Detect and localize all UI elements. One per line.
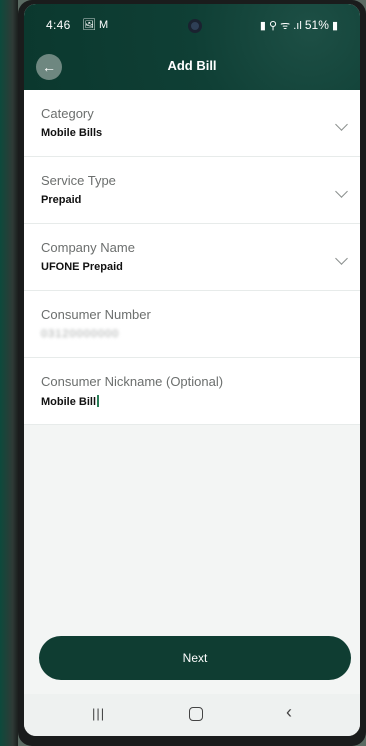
next-button[interactable]: Next (39, 636, 351, 680)
consumer-nickname-field[interactable]: Consumer Nickname (Optional) Mobile Bill (24, 358, 360, 425)
company-name-label: Company Name (41, 240, 135, 255)
status-bar: 4:46 🖼 M ▮ ⚲ ᯤ .ıl 51% ▮ (24, 18, 360, 36)
consumer-nickname-label: Consumer Nickname (Optional) (41, 374, 224, 389)
app-header: 4:46 🖼 M ▮ ⚲ ᯤ .ıl 51% ▮ ← Add Bill (24, 4, 360, 90)
service-type-value: Prepaid (41, 194, 82, 206)
company-name-dropdown[interactable]: Company Name UFONE Prepaid (24, 224, 360, 291)
page-title: Add Bill (167, 58, 217, 73)
home-button[interactable] (189, 707, 203, 721)
category-dropdown[interactable]: Category Mobile Bills (24, 90, 360, 157)
category-value: Mobile Bills (41, 127, 103, 139)
device-bezel (0, 0, 18, 746)
service-type-label: Service Type (41, 173, 116, 188)
notification-icons: 🖼 M (82, 19, 109, 31)
company-name-value: UFONE Prepaid (41, 261, 123, 273)
consumer-number-label: Consumer Number (41, 307, 151, 322)
service-type-dropdown[interactable]: Service Type Prepaid (24, 157, 360, 224)
system-nav-bar: ||| ‹ (24, 694, 360, 736)
add-bill-form: Category Mobile Bills Service Type Prepa… (24, 90, 360, 425)
consumer-number-value: 03120000000 (41, 328, 120, 340)
text-cursor (97, 395, 99, 407)
front-camera-icon (188, 19, 202, 33)
category-label: Category (41, 106, 94, 121)
consumer-nickname-input[interactable]: Mobile Bill (41, 395, 360, 408)
phone-frame: 4:46 🖼 M ▮ ⚲ ᯤ .ıl 51% ▮ ← Add Bill Cate… (18, 0, 366, 746)
system-back-button[interactable]: ‹ (286, 702, 292, 723)
consumer-number-field[interactable]: Consumer Number 03120000000 (24, 291, 360, 358)
battery-icon: ▮ (331, 20, 338, 32)
system-icons: ▮ ⚲ ᯤ .ıl 51% ▮ (260, 18, 338, 33)
signal-icons: ▮ ⚲ ᯤ .ıl (259, 20, 302, 32)
consumer-nickname-value: Mobile Bill (41, 396, 96, 408)
battery-level: 51% (304, 18, 329, 32)
app-screen: 4:46 🖼 M ▮ ⚲ ᯤ .ıl 51% ▮ ← Add Bill Cate… (24, 4, 360, 736)
recents-button[interactable]: ||| (92, 706, 105, 721)
status-time: 4:46 (46, 18, 71, 32)
